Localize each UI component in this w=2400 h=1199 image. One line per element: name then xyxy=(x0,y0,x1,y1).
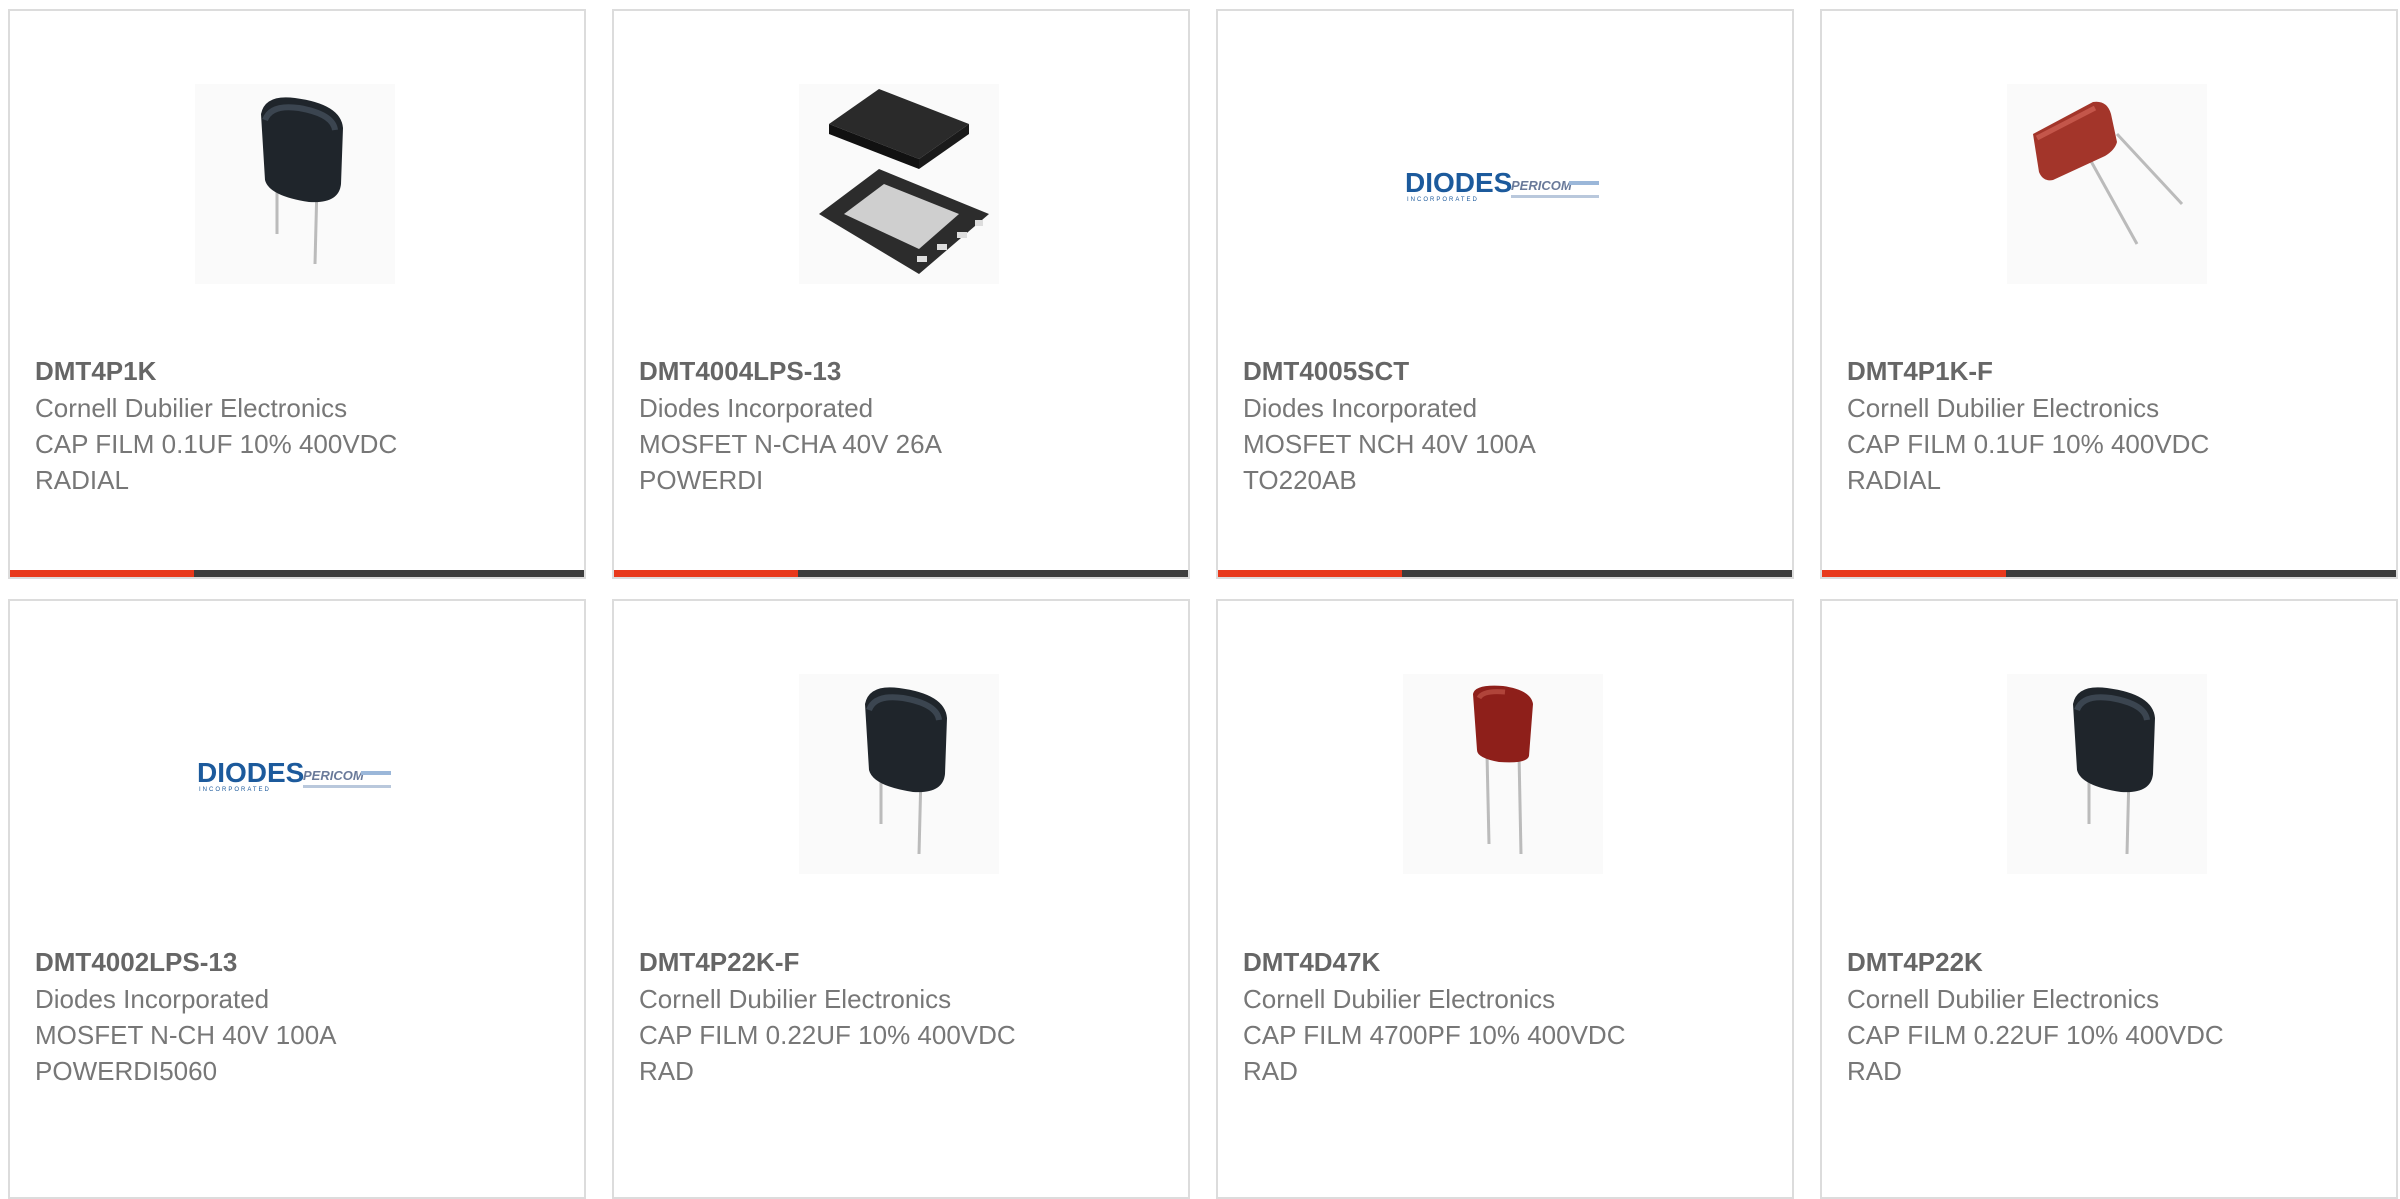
product-image: DIODES INCORPORATED PERICOM xyxy=(1403,84,1603,284)
product-image xyxy=(195,84,395,284)
product-image xyxy=(2007,674,2207,874)
red-small-capacitor-icon xyxy=(1403,674,1603,874)
black-film-capacitor-icon xyxy=(799,674,999,874)
manufacturer: Cornell Dubilier Electronics xyxy=(639,984,952,1014)
product-card[interactable]: DIODES INCORPORATED PERICOM DMT4005SCT Dio… xyxy=(1216,9,1794,579)
product-card[interactable]: DMT4P22K Cornell Dubilier Electronics CA… xyxy=(1820,599,2398,1199)
powerdi-package-icon xyxy=(799,84,999,284)
description: POWERDI5060 xyxy=(35,1056,218,1086)
part-number[interactable]: DMT4004LPS-13 xyxy=(639,353,1168,389)
manufacturer: Diodes Incorporated xyxy=(1243,393,1478,423)
part-number[interactable]: DMT4P1K-F xyxy=(1847,353,2376,389)
description: CAP FILM 0.22UF 10% 400VDC xyxy=(1847,1020,2224,1050)
svg-text:INCORPORATED: INCORPORATED xyxy=(199,787,271,793)
product-card[interactable]: DIODES INCORPORATED PERICOM DMT4002LPS-13 … xyxy=(8,599,586,1199)
svg-text:DIODES: DIODES xyxy=(197,757,304,788)
progress-fill xyxy=(1218,570,1402,577)
manufacturer: Diodes Incorporated xyxy=(639,393,874,423)
svg-text:DIODES: DIODES xyxy=(1405,167,1512,198)
product-image xyxy=(799,674,999,874)
product-grid: DMT4P1K Cornell Dubilier Electronics CAP… xyxy=(8,9,2398,1199)
description: POWERDI xyxy=(639,465,764,495)
manufacturer: Cornell Dubilier Electronics xyxy=(1847,393,2160,423)
svg-text:INCORPORATED: INCORPORATED xyxy=(1407,197,1479,203)
product-card[interactable]: DMT4P1K-F Cornell Dubilier Electronics C… xyxy=(1820,9,2398,579)
product-card[interactable]: DMT4004LPS-13 Diodes Incorporated MOSFET… xyxy=(612,9,1190,579)
progress-fill xyxy=(1822,570,2006,577)
description: RADIAL xyxy=(35,465,129,495)
card-progress-bar xyxy=(1218,570,1792,577)
svg-text:PERICOM: PERICOM xyxy=(303,768,365,783)
product-image xyxy=(799,84,999,284)
description: CAP FILM 0.1UF 10% 400VDC xyxy=(35,429,398,459)
red-film-capacitor-icon xyxy=(2007,84,2207,284)
card-progress-bar xyxy=(10,570,584,577)
black-film-capacitor-icon xyxy=(2007,674,2207,874)
card-progress-bar xyxy=(614,570,1188,577)
part-number[interactable]: DMT4P22K-F xyxy=(639,944,1168,980)
part-number[interactable]: DMT4005SCT xyxy=(1243,353,1772,389)
card-progress-bar xyxy=(1822,570,2396,577)
description: RAD xyxy=(1847,1056,1902,1086)
manufacturer: Cornell Dubilier Electronics xyxy=(1243,984,1556,1014)
description: CAP FILM 0.22UF 10% 400VDC xyxy=(639,1020,1016,1050)
description: MOSFET N-CHA 40V 26A xyxy=(639,429,942,459)
part-number[interactable]: DMT4D47K xyxy=(1243,944,1772,980)
product-card[interactable]: DMT4P1K Cornell Dubilier Electronics CAP… xyxy=(8,9,586,579)
manufacturer: Cornell Dubilier Electronics xyxy=(1847,984,2160,1014)
description: RADIAL xyxy=(1847,465,1941,495)
svg-text:PERICOM: PERICOM xyxy=(1511,178,1573,193)
description: RAD xyxy=(1243,1056,1298,1086)
progress-fill xyxy=(614,570,798,577)
product-image xyxy=(2007,84,2207,284)
product-image xyxy=(1403,674,1603,874)
description: TO220AB xyxy=(1243,465,1357,495)
description: CAP FILM 0.1UF 10% 400VDC xyxy=(1847,429,2210,459)
product-card[interactable]: DMT4D47K Cornell Dubilier Electronics CA… xyxy=(1216,599,1794,1199)
part-number[interactable]: DMT4P1K xyxy=(35,353,564,389)
product-image: DIODES INCORPORATED PERICOM xyxy=(195,674,395,874)
product-card[interactable]: DMT4P22K-F Cornell Dubilier Electronics … xyxy=(612,599,1190,1199)
diodes-logo-icon: DIODESINCORPORATED PERICOM xyxy=(195,674,395,874)
part-number[interactable]: DMT4002LPS-13 xyxy=(35,944,564,980)
diodes-logo-icon: DIODESINCORPORATED PERICOM xyxy=(1403,84,1603,284)
description: MOSFET NCH 40V 100A xyxy=(1243,429,1536,459)
progress-fill xyxy=(10,570,194,577)
manufacturer: Cornell Dubilier Electronics xyxy=(35,393,348,423)
black-film-capacitor-icon xyxy=(195,84,395,284)
description: CAP FILM 4700PF 10% 400VDC xyxy=(1243,1020,1626,1050)
part-number[interactable]: DMT4P22K xyxy=(1847,944,2376,980)
description: MOSFET N-CH 40V 100A xyxy=(35,1020,337,1050)
description: RAD xyxy=(639,1056,694,1086)
manufacturer: Diodes Incorporated xyxy=(35,984,270,1014)
